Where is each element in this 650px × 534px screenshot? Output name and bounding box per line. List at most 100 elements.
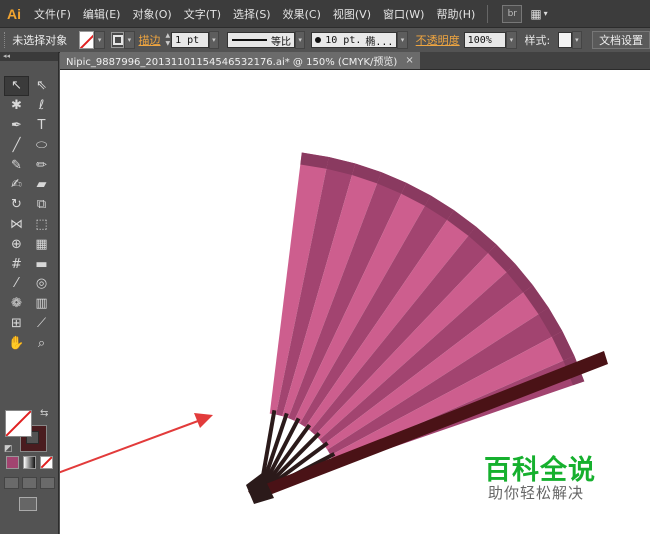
none-slash-icon: [41, 457, 52, 468]
zoom-tool-icon[interactable]: ⌕: [29, 333, 54, 353]
eraser-tool-icon[interactable]: ▰: [29, 175, 54, 195]
color-mode-row: [6, 456, 53, 469]
none-button[interactable]: [40, 456, 53, 469]
fill-dropdown[interactable]: ▾: [94, 31, 105, 49]
profile-label: 等比: [270, 36, 291, 48]
variable-width-profile[interactable]: 等比: [227, 32, 295, 48]
brush-name: 椭...: [365, 36, 394, 48]
draw-normal-button[interactable]: [4, 477, 19, 489]
document-tab-bar: Nipic_9887996_20131101154546532176.ai* @…: [60, 52, 650, 70]
selection-tool-icon[interactable]: ↖: [4, 76, 29, 96]
paintbrush-tool-icon[interactable]: ✎: [4, 155, 29, 175]
menu-separator: [487, 4, 489, 23]
arrange-documents-button[interactable]: ▦ ▾: [530, 7, 547, 21]
profile-line: [232, 39, 267, 41]
artboard-tool-icon[interactable]: ⊞: [4, 314, 29, 334]
artboard-canvas[interactable]: 百科全说 助你轻松解决: [60, 70, 650, 534]
menu-select[interactable]: 选择(S): [227, 6, 277, 22]
magic-wand-tool-icon[interactable]: ✱: [4, 96, 29, 116]
arrange-documents-icon: ▦: [530, 6, 542, 21]
type-tool-icon[interactable]: T: [29, 116, 54, 136]
lasso-tool-icon[interactable]: ℓ: [29, 96, 54, 116]
chevron-down-icon: ▾: [543, 9, 548, 18]
collapse-icon[interactable]: ◂◂: [3, 52, 10, 60]
brush-dot-icon: [315, 37, 322, 43]
color-button[interactable]: [6, 456, 19, 469]
fill-swatch[interactable]: [5, 410, 32, 437]
bridge-icon: br: [507, 8, 518, 19]
blend-tool-icon[interactable]: ◎: [29, 274, 54, 294]
draw-inside-button[interactable]: [40, 477, 55, 489]
rotate-tool-icon[interactable]: ↻: [4, 195, 29, 215]
style-label: 样式:: [524, 34, 551, 47]
app-logo: Ai: [7, 5, 21, 22]
stroke-panel-link[interactable]: 描边: [139, 32, 161, 48]
fill-color-swatch[interactable]: [79, 31, 95, 49]
stroke-dropdown[interactable]: ▾: [124, 31, 135, 49]
pencil-tool-icon[interactable]: ✏: [29, 155, 54, 175]
tools-panel-header[interactable]: ◂◂: [0, 52, 58, 61]
opacity-dropdown[interactable]: ▾: [506, 31, 517, 49]
hand-tool-icon[interactable]: ✋: [4, 333, 29, 353]
graphic-style-swatch[interactable]: [558, 32, 572, 48]
tool-grid: ↖ ⇖ ✱ ℓ ✒ T ╱ ⬭ ✎ ✏ ✍ ▰ ↻ ⧉ ⋈ ⬚ ⊕ ▦ # ▬ ⁄ ◎ ❁ ▥ ⊞ ⟋ ✋ ⌕: [4, 76, 54, 353]
ellipse-tool-icon[interactable]: ⬭: [29, 135, 54, 155]
gradient-tool-icon[interactable]: ▬: [29, 254, 54, 274]
stroke-weight-dropdown[interactable]: ▾: [208, 31, 220, 49]
opacity-panel-link[interactable]: 不透明度: [416, 32, 460, 48]
menu-view[interactable]: 视图(V): [327, 6, 377, 22]
width-tool-icon[interactable]: ⋈: [4, 215, 29, 235]
free-transform-tool-icon[interactable]: ⬚: [29, 215, 54, 235]
fan-leaf: [269, 152, 585, 467]
menu-bar: Ai 文件(F) 编辑(E) 对象(O) 文字(T) 选择(S) 效果(C) 视…: [0, 0, 650, 27]
swap-fill-stroke-icon[interactable]: ⇆: [40, 408, 48, 419]
blob-brush-tool-icon[interactable]: ✍: [4, 175, 29, 195]
menu-help[interactable]: 帮助(H): [430, 6, 481, 22]
shape-builder-tool-icon[interactable]: ⊕: [4, 234, 29, 254]
eyedropper-tool-icon[interactable]: ⁄: [4, 274, 29, 294]
profile-dropdown[interactable]: ▾: [294, 31, 306, 49]
arrow-line: [60, 420, 199, 474]
bridge-button[interactable]: br: [502, 4, 523, 23]
draw-behind-button[interactable]: [22, 477, 37, 489]
line-segment-tool-icon[interactable]: ╱: [4, 135, 29, 155]
menu-edit[interactable]: 编辑(E): [77, 6, 127, 22]
opacity-input[interactable]: 100%: [463, 32, 507, 48]
stroke-weight-input[interactable]: 1 pt: [171, 32, 209, 48]
default-fill-stroke-icon[interactable]: ◩: [4, 444, 13, 454]
brush-size: 10 pt.: [325, 34, 362, 46]
brush-dropdown[interactable]: ▾: [397, 31, 408, 49]
direct-selection-tool-icon[interactable]: ⇖: [29, 76, 54, 96]
menu-object[interactable]: 对象(O): [126, 6, 177, 22]
menu-type[interactable]: 文字(T): [178, 6, 227, 22]
symbol-sprayer-tool-icon[interactable]: ❁: [4, 294, 29, 314]
tools-panel: ◂◂ ↖ ⇖ ✱ ℓ ✒ T ╱ ⬭ ✎ ✏ ✍ ▰ ↻ ⧉ ⋈ ⬚ ⊕ ▦ # ▬ ⁄ ◎ ❁ ▥ ⊞ ⟋ ✋ ⌕ ⇆ ◩: [0, 52, 59, 534]
none-slash-icon: [80, 32, 94, 48]
menu-window[interactable]: 窗口(W): [377, 6, 430, 22]
annotation-arrow: [60, 413, 213, 474]
document-tab-title: Nipic_9887996_20131101154546532176.ai* @…: [66, 57, 398, 68]
perspective-grid-tool-icon[interactable]: ▦: [29, 234, 54, 254]
style-dropdown[interactable]: ▾: [571, 31, 583, 49]
panel-grip[interactable]: [4, 32, 8, 48]
menu-file[interactable]: 文件(F): [28, 6, 77, 22]
column-graph-tool-icon[interactable]: ▥: [29, 294, 54, 314]
menu-effect[interactable]: 效果(C): [277, 6, 327, 22]
none-slash-icon: [6, 411, 31, 436]
document-setup-button[interactable]: 文档设置: [592, 31, 650, 49]
slice-tool-icon[interactable]: ⟋: [29, 314, 54, 334]
brush-definition[interactable]: 10 pt. 椭...: [311, 32, 398, 48]
selection-status: 未选择对象: [12, 34, 68, 47]
document-tab[interactable]: Nipic_9887996_20131101154546532176.ai* @…: [60, 52, 420, 69]
pen-tool-icon[interactable]: ✒: [4, 116, 29, 136]
close-icon[interactable]: ×: [405, 55, 413, 66]
screen-mode-button[interactable]: [19, 497, 37, 511]
mesh-tool-icon[interactable]: #: [4, 254, 29, 274]
stroke-weight-spinner[interactable]: ▲ ▼: [165, 32, 172, 48]
control-bar: 未选择对象 ▾ ▾ 描边 ▲ ▼ 1 pt ▾ 等比 ▾ 10 pt. 椭... ▾…: [0, 27, 650, 53]
stroke-color-swatch[interactable]: [110, 32, 125, 48]
watermark-subtitle: 助你轻松解决: [488, 484, 585, 502]
scale-tool-icon[interactable]: ⧉: [29, 195, 54, 215]
gradient-button[interactable]: [23, 456, 36, 469]
drawing-mode-row: [4, 477, 55, 489]
